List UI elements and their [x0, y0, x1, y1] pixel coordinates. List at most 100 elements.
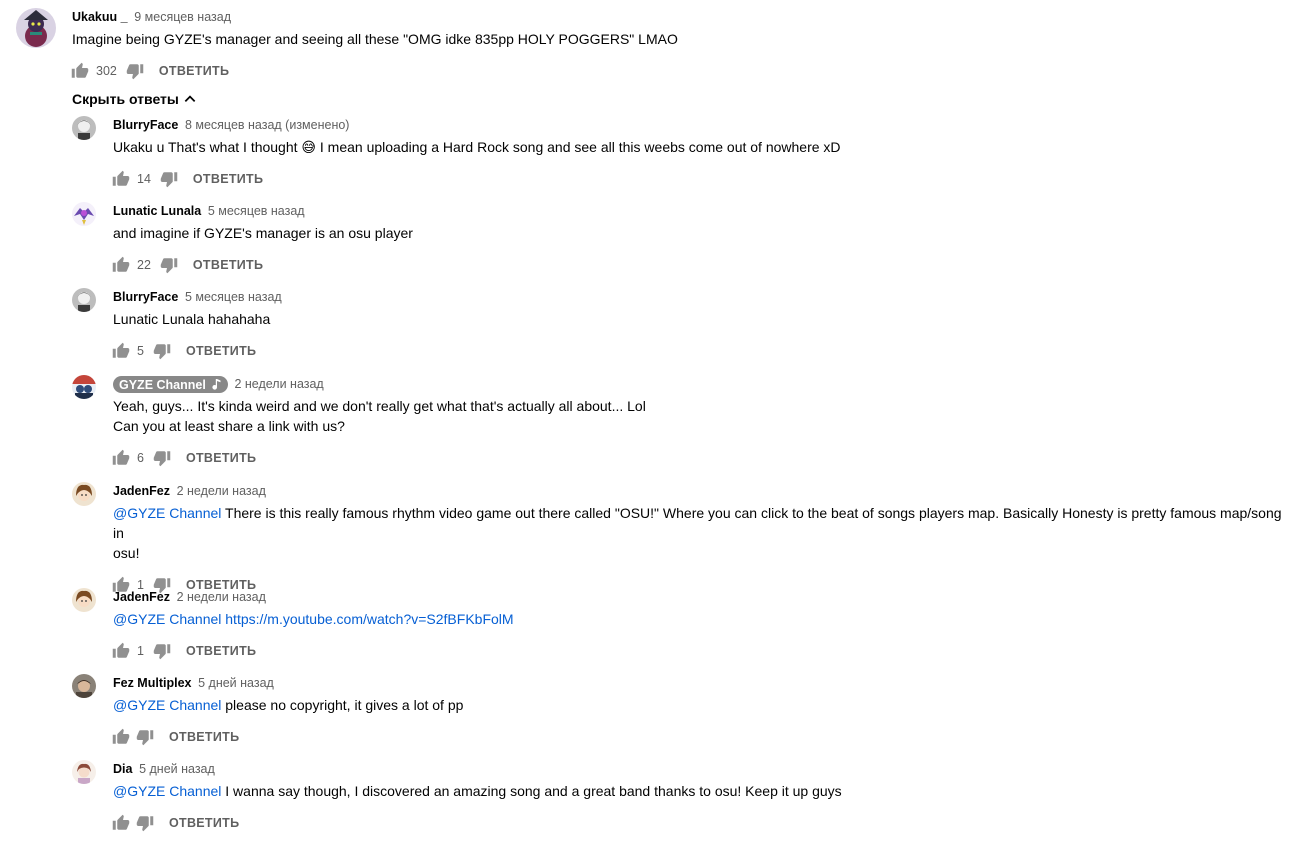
mention-link[interactable]: @GYZE Channel — [113, 505, 221, 521]
like-count: 302 — [96, 64, 117, 78]
author-name: GYZE Channel — [119, 377, 206, 392]
like-button[interactable] — [109, 811, 133, 835]
comment-toolbar: 5 ОТВЕТИТЬ — [109, 335, 1290, 367]
author-name[interactable]: Fez Multiplex — [113, 676, 191, 690]
thumb-up-icon — [112, 449, 130, 465]
dislike-button[interactable] — [133, 725, 157, 749]
comment-text-line: Yeah, guys... It's kinda weird and we do… — [113, 398, 646, 414]
comment-time[interactable]: 5 месяцев назад — [208, 204, 305, 218]
comment-time[interactable]: 5 дней назад — [198, 676, 274, 690]
reply-button[interactable]: ОТВЕТИТЬ — [186, 644, 256, 658]
reply-button[interactable]: ОТВЕТИТЬ — [186, 344, 256, 358]
mention-link[interactable]: @GYZE Channel — [113, 697, 221, 713]
avatar[interactable] — [72, 116, 96, 140]
like-button[interactable] — [68, 59, 92, 83]
comment-body: BlurryFace 5 месяцев назад Lunatic Lunal… — [112, 288, 1290, 367]
reply-button[interactable]: ОТВЕТИТЬ — [193, 172, 263, 186]
comment-text-line: osu! — [113, 545, 140, 561]
comment-header: Lunatic Lunala 5 месяцев назад — [113, 202, 1290, 220]
avatar[interactable] — [72, 288, 96, 312]
author-name[interactable]: JadenFez — [113, 484, 170, 498]
comment-body: Lunatic Lunala 5 месяцев назад and imagi… — [112, 202, 1290, 281]
like-button[interactable] — [109, 253, 133, 277]
like-button[interactable] — [109, 446, 133, 470]
like-count: 1 — [137, 644, 144, 658]
reply-button[interactable]: ОТВЕТИТЬ — [169, 730, 239, 744]
dislike-button[interactable] — [150, 339, 174, 363]
thumb-down-icon — [160, 258, 178, 274]
avatar[interactable] — [72, 375, 96, 399]
thumb-down-icon — [136, 816, 154, 832]
avatar[interactable] — [72, 202, 96, 226]
reply-button[interactable]: ОТВЕТИТЬ — [169, 816, 239, 830]
author-name[interactable]: Lunatic Lunala — [113, 204, 201, 218]
thumb-up-icon — [112, 256, 130, 272]
comment-body: Fez Multiplex 5 дней назад @GYZE Channel… — [112, 674, 1290, 753]
author-name[interactable]: BlurryFace — [113, 118, 178, 132]
thumb-down-icon — [136, 730, 154, 746]
thumb-up-icon — [112, 170, 130, 186]
thumb-down-icon — [153, 644, 171, 660]
chevron-up-icon — [184, 95, 196, 102]
comment-time[interactable]: 2 недели назад — [234, 377, 323, 391]
dislike-button[interactable] — [157, 253, 181, 277]
thumb-up-icon — [112, 642, 130, 658]
comment-text-line: I wanna say though, I discovered an amaz… — [225, 783, 842, 799]
url-link[interactable]: https://m.youtube.com/watch?v=S2fBFKbFol… — [225, 611, 513, 627]
avatar[interactable] — [72, 760, 96, 784]
author-name[interactable]: JadenFez — [113, 590, 170, 604]
avatar[interactable] — [72, 482, 96, 506]
comment-text-line: Ukaku u That's what I thought 😅 I mean u… — [113, 139, 841, 155]
dislike-button[interactable] — [123, 59, 147, 83]
channel-owner-badge[interactable]: GYZE Channel — [113, 376, 228, 394]
comment-text: Lunatic Lunala hahahaha — [113, 309, 1290, 329]
comment-text: @GYZE Channel please no copyright, it gi… — [113, 695, 1290, 715]
dislike-button[interactable] — [133, 811, 157, 835]
avatar[interactable] — [72, 674, 96, 698]
comment-toolbar: 14 ОТВЕТИТЬ — [109, 163, 1290, 195]
comment-toolbar: 22 ОТВЕТИТЬ — [109, 249, 1290, 281]
comment-time[interactable]: 8 месяцев назад (изменено) — [185, 118, 350, 132]
comment-time[interactable]: 5 месяцев назад — [185, 290, 282, 304]
dislike-button[interactable] — [150, 446, 174, 470]
like-button[interactable] — [109, 725, 133, 749]
comment-text: Ukaku u That's what I thought 😅 I mean u… — [113, 137, 1290, 157]
comment-text-line: There is this really famous rhythm video… — [113, 505, 1282, 541]
comment-toolbar: 1 ОТВЕТИТЬ — [109, 635, 1290, 667]
mention-link[interactable]: @GYZE Channel — [113, 611, 221, 627]
author-name[interactable]: BlurryFace — [113, 290, 178, 304]
dislike-button[interactable] — [157, 167, 181, 191]
thumb-down-icon — [153, 344, 171, 360]
reply-button[interactable]: ОТВЕТИТЬ — [159, 64, 229, 78]
like-button[interactable] — [109, 339, 133, 363]
thumb-down-icon — [160, 172, 178, 188]
comment-time[interactable]: 9 месяцев назад — [134, 10, 231, 24]
thumb-up-icon — [112, 814, 130, 830]
comment-text: @GYZE Channel There is this really famou… — [113, 503, 1290, 563]
like-button[interactable] — [109, 639, 133, 663]
comment-time[interactable]: 2 недели назад — [177, 484, 266, 498]
comment-header: Dia 5 дней назад — [113, 760, 1290, 778]
comment-toolbar: 6 ОТВЕТИТЬ — [109, 442, 1290, 474]
comment-body: Ukakuu _ 9 месяцев назад Imagine being G… — [71, 8, 1286, 87]
comment-time[interactable]: 2 недели назад — [177, 590, 266, 604]
reply-button[interactable]: ОТВЕТИТЬ — [193, 258, 263, 272]
comment-toolbar: 302 ОТВЕТИТЬ — [68, 55, 1286, 87]
hide-replies-toggle[interactable]: Скрыть ответы — [72, 89, 197, 109]
comment-body: GYZE Channel 2 недели назад Yeah, guys..… — [112, 375, 1290, 474]
comment-text: @GYZE Channel I wanna say though, I disc… — [113, 781, 1290, 801]
dislike-button[interactable] — [150, 639, 174, 663]
author-name[interactable]: Ukakuu _ — [72, 10, 128, 24]
mention-link[interactable]: @GYZE Channel — [113, 783, 221, 799]
comment-text-line: Can you at least share a link with us? — [113, 418, 345, 434]
avatar[interactable] — [16, 8, 56, 48]
comment-body: JadenFez 2 недели назад @GYZE Channel Th… — [112, 482, 1290, 601]
reply-button[interactable]: ОТВЕТИТЬ — [186, 451, 256, 465]
avatar[interactable] — [72, 588, 96, 612]
hide-replies-label: Скрыть ответы — [72, 91, 179, 107]
comment-text-line: and imagine if GYZE's manager is an osu … — [113, 225, 413, 241]
author-name[interactable]: Dia — [113, 762, 132, 776]
like-button[interactable] — [109, 167, 133, 191]
comment-header: Fez Multiplex 5 дней назад — [113, 674, 1290, 692]
comment-time[interactable]: 5 дней назад — [139, 762, 215, 776]
